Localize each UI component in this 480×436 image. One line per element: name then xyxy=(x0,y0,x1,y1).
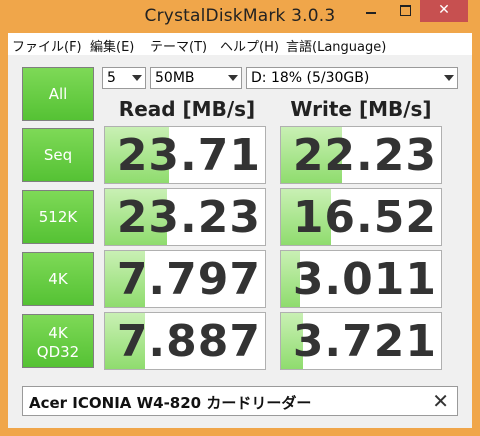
main-panel: All 5 50MB D: 18% (5/30GB) Read [MB/s] W… xyxy=(8,55,472,428)
512k-read-value: 23.23 xyxy=(116,192,261,243)
menu-bar: ファイル(F) 編集(E) テーマ(T) ヘルプ(H) 言語(Language) xyxy=(8,33,472,55)
all-button[interactable]: All xyxy=(22,67,94,121)
4k-qd32-label-line2: QD32 xyxy=(36,343,80,361)
4k-qd32-button[interactable]: 4K QD32 xyxy=(22,314,94,368)
seq-write-result: 22.23 xyxy=(280,126,442,184)
minimize-button[interactable] xyxy=(354,0,388,22)
seq-read-value: 23.71 xyxy=(116,130,261,181)
seq-read-result: 23.71 xyxy=(104,126,266,184)
chevron-down-icon xyxy=(444,75,454,81)
512k-button-label: 512K xyxy=(38,208,78,226)
menu-language[interactable]: 言語(Language) xyxy=(286,36,386,55)
comment-field[interactable]: Acer ICONIA W4-820 カードリーダー ✕ xyxy=(22,386,458,416)
test-count-value: 5 xyxy=(107,70,116,86)
chevron-down-icon xyxy=(132,75,142,81)
512k-read-result: 23.23 xyxy=(104,188,266,246)
drive-select[interactable]: D: 18% (5/30GB) xyxy=(246,67,458,89)
app-window: CrystalDiskMark 3.0.3 ✕ ファイル(F) 編集(E) テー… xyxy=(0,0,480,436)
write-header: Write [MB/s] xyxy=(290,97,432,121)
4k-button-label: 4K xyxy=(48,270,68,288)
menu-theme[interactable]: テーマ(T) xyxy=(150,36,207,55)
menu-help[interactable]: ヘルプ(H) xyxy=(220,36,279,55)
seq-button-label: Seq xyxy=(43,146,73,164)
seq-write-value: 22.23 xyxy=(292,130,437,181)
4k-write-result: 3.011 xyxy=(280,250,442,308)
test-count-select[interactable]: 5 xyxy=(102,67,146,89)
4k-button[interactable]: 4K xyxy=(22,252,94,306)
4k-qd32-write-value: 3.721 xyxy=(292,316,437,367)
seq-button[interactable]: Seq xyxy=(22,128,94,182)
comment-text: Acer ICONIA W4-820 カードリーダー xyxy=(29,394,312,412)
512k-button[interactable]: 512K xyxy=(22,190,94,244)
close-icon: ✕ xyxy=(438,2,450,18)
minimize-icon xyxy=(366,12,376,14)
4k-qd32-read-result: 7.887 xyxy=(104,312,266,370)
chevron-down-icon xyxy=(228,75,238,81)
4k-qd32-label-line1: 4K xyxy=(48,324,68,342)
read-header: Read [MB/s] xyxy=(118,97,256,121)
drive-value: D: 18% (5/30GB) xyxy=(251,70,370,86)
4k-read-result: 7.797 xyxy=(104,250,266,308)
maximize-icon xyxy=(399,5,411,16)
test-size-select[interactable]: 50MB xyxy=(150,67,242,89)
512k-write-result: 16.52 xyxy=(280,188,442,246)
4k-qd32-read-value: 7.887 xyxy=(116,316,261,367)
menu-file[interactable]: ファイル(F) xyxy=(12,36,82,55)
menu-edit[interactable]: 編集(E) xyxy=(90,36,134,55)
title-bar[interactable]: CrystalDiskMark 3.0.3 ✕ xyxy=(0,0,480,32)
4k-qd32-write-result: 3.721 xyxy=(280,312,442,370)
all-button-label: All xyxy=(48,85,68,103)
512k-write-value: 16.52 xyxy=(292,192,437,243)
close-button[interactable]: ✕ xyxy=(420,0,468,22)
4k-write-value: 3.011 xyxy=(292,254,437,305)
4k-read-value: 7.797 xyxy=(116,254,261,305)
clear-icon[interactable]: ✕ xyxy=(432,389,449,413)
test-size-value: 50MB xyxy=(155,70,195,86)
maximize-button[interactable] xyxy=(388,0,422,22)
